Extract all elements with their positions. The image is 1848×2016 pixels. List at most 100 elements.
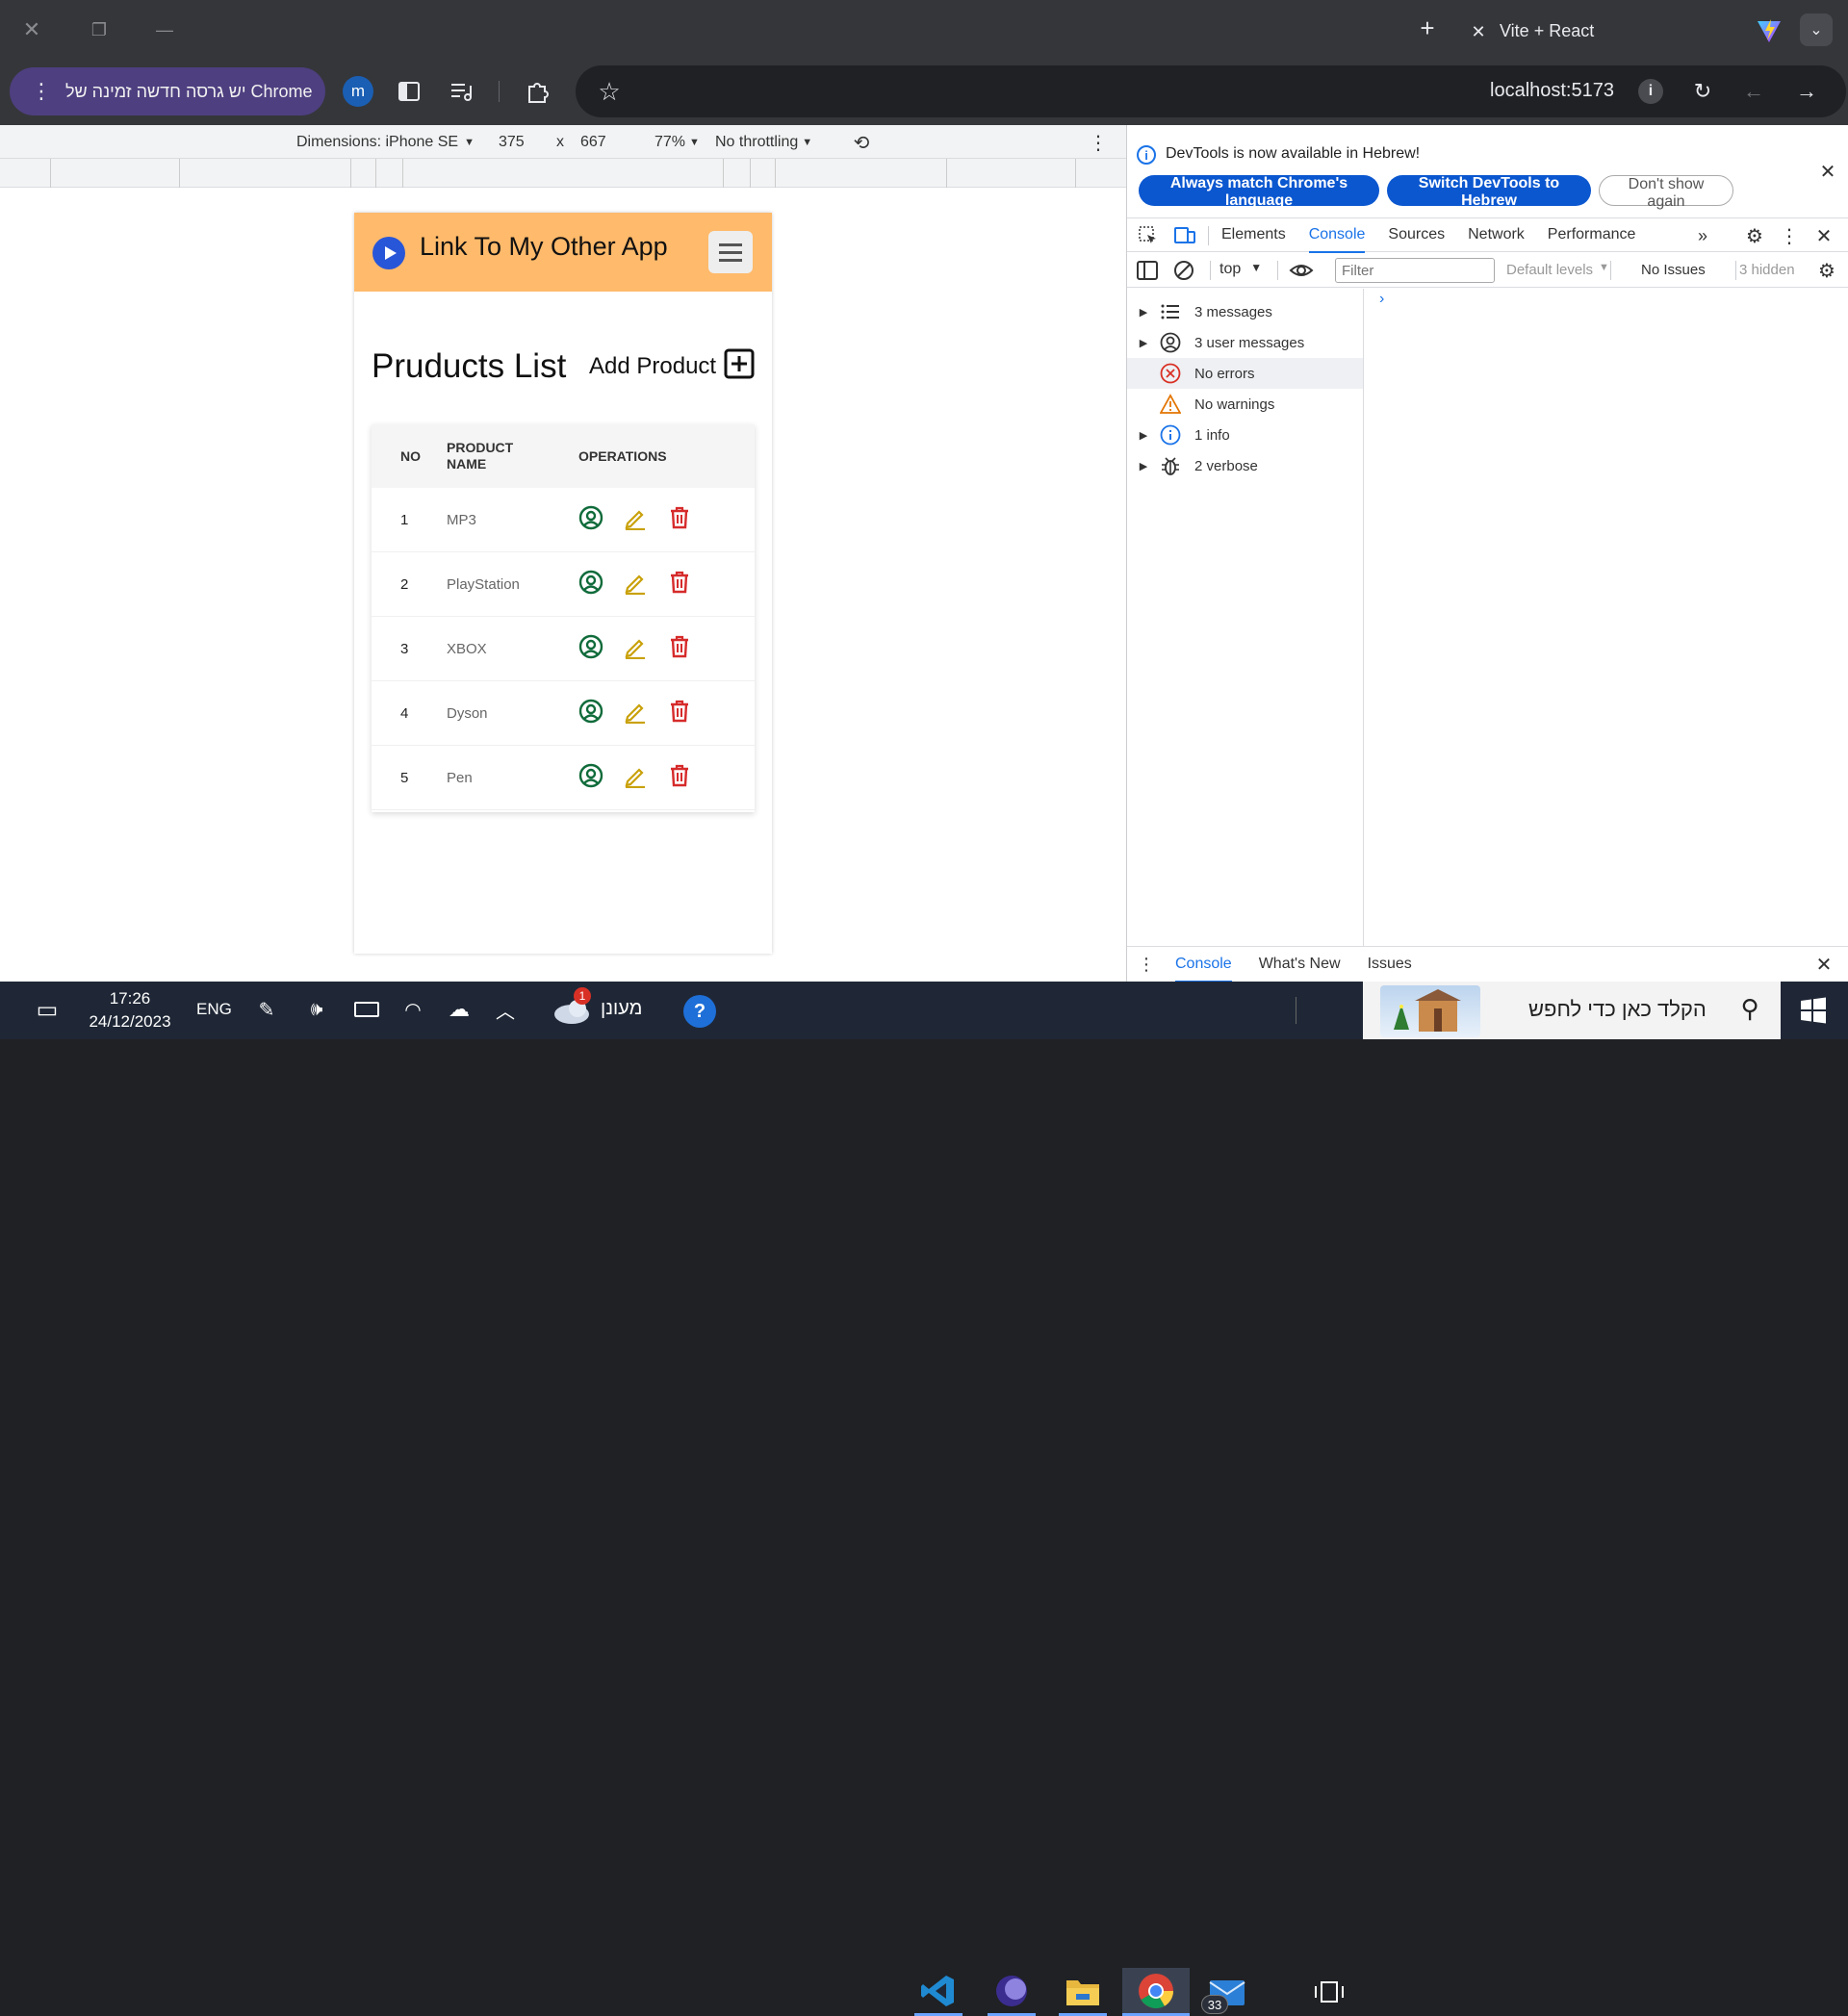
drawer-tab[interactable]: What's New xyxy=(1259,947,1341,982)
delete-trash-icon[interactable] xyxy=(667,570,692,600)
delete-trash-icon[interactable] xyxy=(667,634,692,664)
log-levels-select[interactable]: Default levels ▼ xyxy=(1506,262,1609,278)
rotate-icon[interactable]: ⟲ xyxy=(849,130,874,155)
more-vertical-icon[interactable]: ⋮ xyxy=(1086,130,1111,155)
pen-icon[interactable]: ✎ xyxy=(254,997,279,1022)
close-tab-icon[interactable]: ✕ xyxy=(1467,20,1490,43)
hamburger-menu-button[interactable] xyxy=(708,231,753,273)
drawer-menu-icon[interactable]: ⋮ xyxy=(1138,953,1155,976)
battery-icon[interactable] xyxy=(354,1002,379,1017)
edit-pencil-icon[interactable] xyxy=(623,505,648,535)
close-drawer-icon[interactable]: ✕ xyxy=(1812,953,1835,976)
edit-pencil-icon[interactable] xyxy=(623,699,648,728)
bookmark-star-icon[interactable]: ☆ xyxy=(595,77,624,106)
taskbar-search-box[interactable]: הקלד כאן כדי לחפש ⚲ xyxy=(1363,982,1781,1039)
width-field[interactable]: 375 xyxy=(499,134,525,151)
drawer-tab[interactable]: Issues xyxy=(1368,947,1412,982)
close-window-icon[interactable]: ✕ xyxy=(17,15,46,44)
windows-start-icon[interactable] xyxy=(1800,997,1827,1024)
notification-center-icon[interactable]: ▭ xyxy=(33,995,62,1024)
clear-console-icon[interactable] xyxy=(1173,260,1194,281)
settings-gear-icon[interactable]: ⚙ xyxy=(1743,224,1766,247)
app-logo-icon[interactable] xyxy=(372,236,406,270)
language-indicator[interactable]: ENG xyxy=(196,1000,232,1019)
tab-sources[interactable]: Sources xyxy=(1388,218,1445,253)
close-banner-icon[interactable]: ✕ xyxy=(1816,160,1839,183)
eye-icon[interactable] xyxy=(1289,260,1314,281)
console-sidebar-item[interactable]: No warnings xyxy=(1127,389,1363,420)
add-product-button[interactable]: Add Product xyxy=(589,348,755,384)
clock[interactable]: 17:26 24/12/2023 xyxy=(87,987,173,1034)
drawer-tab[interactable]: Console xyxy=(1175,947,1232,982)
expand-triangle-icon[interactable]: ▶ xyxy=(1127,429,1160,442)
vscode-icon[interactable] xyxy=(914,1968,962,2016)
forward-arrow-icon[interactable]: → xyxy=(1793,78,1820,105)
edit-pencil-icon[interactable] xyxy=(623,570,648,600)
app-header-title[interactable]: Link To My Other App xyxy=(420,232,668,262)
context-select[interactable]: top ▼ xyxy=(1219,261,1262,278)
delete-trash-icon[interactable] xyxy=(667,505,692,535)
throttling-select[interactable]: No throttling ▼ xyxy=(715,134,812,151)
new-tab-icon[interactable]: + xyxy=(1413,13,1442,42)
expand-triangle-icon[interactable]: ▶ xyxy=(1127,306,1160,319)
edit-pencil-icon[interactable] xyxy=(623,763,648,793)
side-panel-icon[interactable] xyxy=(397,79,422,104)
reload-icon[interactable]: ↻ xyxy=(1689,78,1716,105)
tab-elements[interactable]: Elements xyxy=(1221,218,1286,253)
active-tab[interactable]: ✕ Vite + React xyxy=(1455,8,1790,58)
file-explorer-icon[interactable] xyxy=(1059,1968,1107,2016)
site-info-icon[interactable]: i xyxy=(1638,79,1663,104)
console-sidebar-item[interactable]: ▶ 2 verbose xyxy=(1127,450,1363,481)
sidebar-toggle-icon[interactable] xyxy=(1137,261,1158,280)
console-filter-input[interactable] xyxy=(1335,258,1495,283)
chrome-icon[interactable] xyxy=(1122,1968,1190,2016)
console-sidebar-item[interactable]: ▶ 3 messages xyxy=(1127,296,1363,327)
volume-icon[interactable]: 🕪 xyxy=(304,997,329,1022)
view-user-icon[interactable] xyxy=(578,634,603,664)
address-bar[interactable]: ☆ localhost:5173 i ↻ ← → xyxy=(576,65,1846,117)
console-sidebar-item[interactable]: ▶ 3 user messages xyxy=(1127,327,1363,358)
device-toggle-icon[interactable] xyxy=(1173,224,1196,247)
delete-trash-icon[interactable] xyxy=(667,699,692,728)
avatar[interactable]: m xyxy=(343,76,373,107)
always-match-button[interactable]: Always match Chrome's language xyxy=(1139,175,1379,209)
update-chip[interactable]: ⋮ יש גרסה חדשה זמינה של Chrome xyxy=(10,67,325,115)
console-prompt-chevron-icon[interactable]: › xyxy=(1379,291,1384,308)
restore-window-icon[interactable]: ❐ xyxy=(85,15,114,44)
console-settings-gear-icon[interactable]: ⚙ xyxy=(1815,259,1838,282)
more-vertical-icon[interactable]: ⋮ xyxy=(1778,224,1801,247)
reading-list-icon[interactable] xyxy=(449,79,474,104)
tab-performance[interactable]: Performance xyxy=(1548,218,1636,253)
inspect-element-icon[interactable] xyxy=(1137,224,1160,247)
tab-search-icon[interactable]: ⌄ xyxy=(1800,13,1833,46)
expand-triangle-icon[interactable]: ▶ xyxy=(1127,337,1160,349)
chevron-up-icon[interactable]: ︿ xyxy=(493,997,518,1023)
view-user-icon[interactable] xyxy=(578,699,603,728)
weather-label[interactable]: מעונן xyxy=(601,998,642,1020)
switch-language-button[interactable]: Switch DevTools to Hebrew xyxy=(1387,175,1591,209)
view-user-icon[interactable] xyxy=(578,763,603,793)
onedrive-cloud-icon[interactable]: ☁ xyxy=(445,997,474,1022)
view-user-icon[interactable] xyxy=(578,570,603,600)
view-user-icon[interactable] xyxy=(578,505,603,535)
help-icon[interactable]: ? xyxy=(683,995,716,1028)
media-query-range[interactable] xyxy=(402,159,724,188)
weather-icon[interactable]: 1 xyxy=(552,987,595,1030)
close-devtools-icon[interactable]: ✕ xyxy=(1812,224,1835,247)
tab-network[interactable]: Network xyxy=(1468,218,1525,253)
issues-counter[interactable]: No Issues xyxy=(1641,262,1706,278)
height-field[interactable]: 667 xyxy=(580,134,606,151)
back-arrow-icon[interactable]: ← xyxy=(1740,78,1767,105)
dont-show-again-button[interactable]: Don't show again xyxy=(1599,175,1733,210)
more-tabs-icon[interactable]: » xyxy=(1691,224,1714,247)
console-sidebar-item[interactable]: No errors xyxy=(1127,358,1363,389)
eclipse-app-icon[interactable] xyxy=(988,1968,1036,2016)
task-view-icon[interactable] xyxy=(1305,1968,1353,2016)
zoom-select[interactable]: 77% ▼ xyxy=(654,134,700,151)
console-sidebar-item[interactable]: ▶ 1 info xyxy=(1127,420,1363,450)
expand-triangle-icon[interactable]: ▶ xyxy=(1127,460,1160,472)
url-text[interactable]: localhost:5173 xyxy=(1490,80,1614,102)
minimize-window-icon[interactable]: — xyxy=(150,15,179,44)
tab-console[interactable]: Console xyxy=(1308,218,1366,253)
mail-icon[interactable]: 33 xyxy=(1201,1968,1251,2016)
